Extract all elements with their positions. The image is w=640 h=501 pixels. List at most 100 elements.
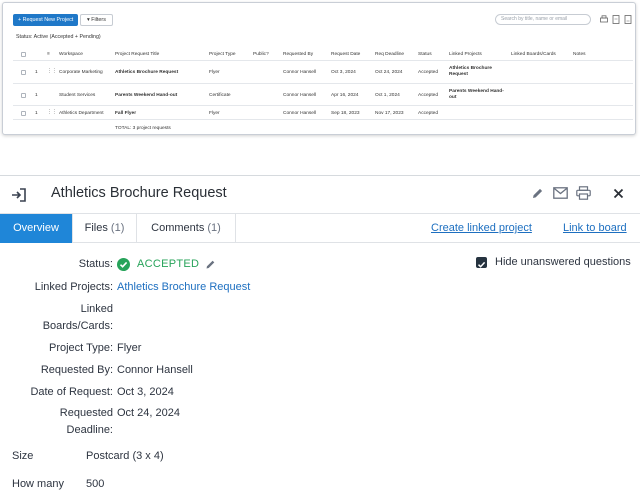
col-header-request-date[interactable]: Request Date bbox=[331, 52, 360, 58]
tab-comments[interactable]: Comments (1) bbox=[137, 214, 236, 243]
col-header-linked-projects[interactable]: Linked Projects bbox=[449, 52, 482, 58]
status-filter-summary: Status: Active (Accepted + Pending) bbox=[16, 34, 101, 40]
row-deadline: Oct 24, 2024 bbox=[375, 70, 403, 75]
email-icon[interactable] bbox=[553, 187, 568, 199]
row-requested-by: Connor Hansell bbox=[283, 70, 317, 75]
row-requested-by: Connor Hansell bbox=[283, 93, 317, 98]
page-title: Athletics Brochure Request bbox=[51, 185, 227, 201]
checkmark-icon bbox=[477, 261, 486, 268]
requested-by-label: Requested By: bbox=[40, 364, 113, 376]
table-header-row: ≡ Workspace Project Request Title Projec… bbox=[13, 49, 633, 61]
row-checkbox[interactable] bbox=[21, 70, 26, 75]
link-to-board-link[interactable]: Link to board bbox=[563, 222, 627, 234]
row-type: Flyer bbox=[209, 111, 220, 116]
col-header-workspace[interactable]: Workspace bbox=[59, 52, 83, 58]
filters-label: Filters bbox=[91, 17, 106, 23]
linked-projects-label: Linked Projects: bbox=[34, 281, 113, 293]
row-type: Flyer bbox=[209, 70, 220, 75]
how-many-label: How many bbox=[12, 478, 64, 490]
search-input[interactable]: Search by title, name or email bbox=[495, 14, 591, 25]
col-header-requested-by[interactable]: Requested By bbox=[283, 52, 313, 58]
edit-pencil-icon[interactable] bbox=[531, 187, 544, 200]
row-request-date: Oct 3, 2024 bbox=[331, 70, 356, 75]
hide-unanswered-checkbox[interactable] bbox=[476, 257, 487, 268]
drag-handle-icon[interactable]: ⋮⋮ bbox=[47, 69, 57, 75]
row-title-link[interactable]: Athletics Brochure Request bbox=[115, 70, 178, 76]
tab-overview[interactable]: Overview bbox=[0, 214, 73, 243]
project-type-label: Project Type: bbox=[49, 342, 113, 354]
row-request-date: Sep 18, 2023 bbox=[331, 111, 360, 116]
row-request-date: Apr 16, 2024 bbox=[331, 93, 359, 98]
drag-handle-icon[interactable]: ⋮⋮ bbox=[47, 110, 57, 116]
row-count: 1 bbox=[35, 93, 38, 98]
row-workspace: Corporate Marketing bbox=[59, 70, 103, 75]
col-header-public[interactable]: Public? bbox=[253, 52, 269, 58]
detail-tabs: Overview Files (1) Comments (1) Create l… bbox=[0, 214, 640, 243]
pdf-icon[interactable] bbox=[612, 15, 620, 24]
row-checkbox[interactable] bbox=[21, 111, 26, 116]
row-deadline: Nov 17, 2023 bbox=[375, 111, 404, 116]
print-icon[interactable] bbox=[600, 15, 608, 24]
row-workspace: Athletics Department bbox=[59, 111, 104, 116]
col-header-notes[interactable]: Notes bbox=[573, 52, 586, 58]
requested-deadline-label-line1: Requested bbox=[59, 407, 113, 419]
tab-files-count: (1) bbox=[110, 222, 125, 234]
tab-comments-label: Comments bbox=[151, 222, 205, 234]
export-icon[interactable] bbox=[624, 15, 632, 24]
row-workspace: Student Services bbox=[59, 93, 96, 98]
row-status: Accepted bbox=[418, 93, 439, 98]
select-all-checkbox[interactable] bbox=[21, 52, 26, 57]
edit-status-icon[interactable] bbox=[205, 259, 216, 270]
row-count: 1 bbox=[35, 111, 38, 116]
col-header-deadline[interactable]: Req Deadline bbox=[375, 52, 404, 58]
linked-boards-label-line1: Linked bbox=[80, 303, 113, 315]
request-new-project-button[interactable]: + Request New Project bbox=[13, 14, 79, 26]
check-circle-icon bbox=[117, 258, 130, 271]
row-count: 1 bbox=[35, 70, 38, 75]
date-of-request-label: Date of Request: bbox=[30, 386, 113, 398]
tab-comments-count: (1) bbox=[207, 222, 221, 234]
col-header-title[interactable]: Project Request Title bbox=[115, 52, 159, 58]
col-header-status[interactable]: Status bbox=[418, 52, 432, 58]
row-title-link[interactable]: Fall Flyer bbox=[115, 111, 136, 117]
linked-boards-label-line2: Boards/Cards: bbox=[42, 320, 113, 332]
detail-header: Athletics Brochure Request bbox=[0, 176, 640, 214]
row-status: Accepted bbox=[418, 70, 439, 75]
how-many-value: 500 bbox=[86, 478, 105, 490]
create-linked-project-link[interactable]: Create linked project bbox=[431, 222, 532, 234]
requested-by-value: Connor Hansell bbox=[117, 364, 193, 376]
row-linked-project[interactable]: Athletics Brochure Request bbox=[449, 66, 505, 78]
row-status: Accepted bbox=[418, 111, 439, 116]
print-icon[interactable] bbox=[576, 186, 591, 200]
project-requests-list-panel: + Request New Project ▾ Filters Search b… bbox=[2, 2, 636, 135]
table-row[interactable]: 1 ⋮⋮ Athletics Department Fall Flyer Fly… bbox=[13, 107, 633, 120]
date-of-request-value: Oct 3, 2024 bbox=[117, 386, 174, 398]
row-deadline: Oct 1, 2024 bbox=[375, 93, 400, 98]
filters-button[interactable]: ▾ Filters bbox=[80, 14, 113, 26]
table-row[interactable]: 1 Student Services Parents Weekend Hand-… bbox=[13, 85, 633, 106]
tab-files-label: Files bbox=[84, 222, 108, 234]
row-title-link[interactable]: Parents Weekend Hand-out bbox=[115, 93, 177, 99]
requested-deadline-value: Oct 24, 2024 bbox=[117, 407, 180, 419]
size-label: Size bbox=[12, 450, 34, 462]
project-type-value: Flyer bbox=[117, 342, 142, 354]
table-row[interactable]: 1 ⋮⋮ Corporate Marketing Athletics Broch… bbox=[13, 62, 633, 84]
size-value: Postcard (3 x 4) bbox=[86, 450, 164, 462]
col-header-type[interactable]: Project Type bbox=[209, 52, 236, 58]
requested-deadline-label-line2: Deadline: bbox=[66, 424, 113, 436]
status-label: Status: bbox=[78, 258, 113, 270]
col-index-header: ≡ bbox=[47, 52, 50, 57]
request-detail-panel: Athletics Brochure Request Overview File… bbox=[0, 175, 640, 501]
tab-files[interactable]: Files (1) bbox=[73, 214, 137, 243]
table-total: TOTAL: 3 project requests bbox=[115, 126, 171, 131]
row-linked-project[interactable]: Parents Weekend Hand-out bbox=[449, 89, 509, 101]
col-header-linked-boards[interactable]: Linked Boards/Cards bbox=[511, 52, 556, 58]
close-icon[interactable] bbox=[613, 188, 624, 199]
linked-project-link[interactable]: Athletics Brochure Request bbox=[117, 279, 250, 296]
status-accepted-text: ACCEPTED bbox=[137, 258, 200, 270]
collapse-panel-icon[interactable] bbox=[11, 187, 27, 203]
row-requested-by: Connor Hansell bbox=[283, 111, 317, 116]
row-type: Certificate bbox=[209, 93, 231, 98]
hide-unanswered-label[interactable]: Hide unanswered questions bbox=[495, 254, 631, 271]
row-checkbox[interactable] bbox=[21, 93, 26, 98]
